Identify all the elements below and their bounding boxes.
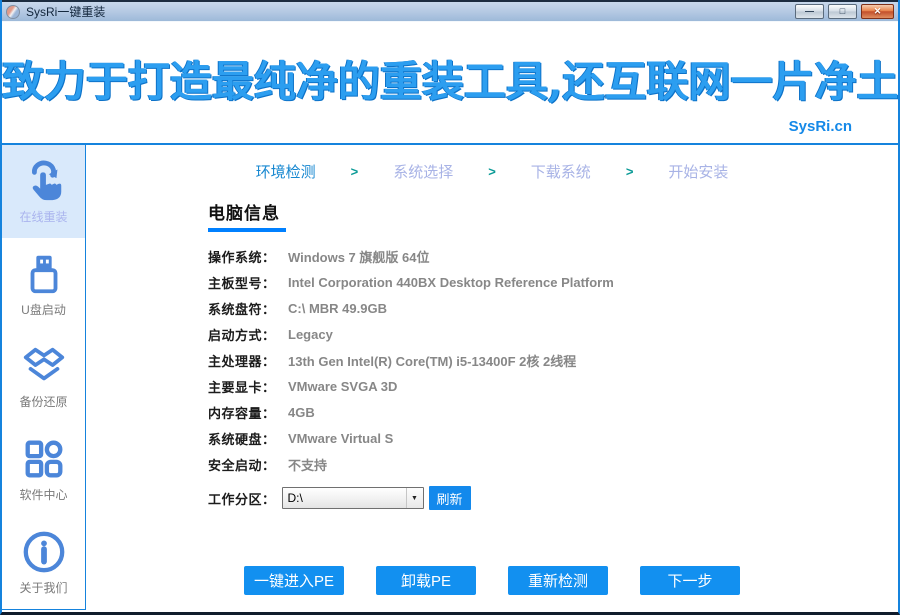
step-download-system: 下载系统: [530, 164, 591, 181]
usb-drive-icon: [30, 255, 57, 293]
backup-box-icon: [23, 348, 64, 381]
apps-grid-icon: [25, 440, 62, 478]
window-title: SysRi一键重装: [26, 5, 106, 19]
sidebar-item-online-reinstall[interactable]: 在线重装: [2, 145, 85, 238]
info-row-motherboard: 主板型号： Intel Corporation 440BX Desktop Re…: [208, 269, 898, 295]
work-partition-row: 工作分区： D:\ ▼ 刷新: [208, 486, 898, 510]
info-row-system-drive: 系统盘符： C:\ MBR 49.9GB: [208, 295, 898, 321]
banner-site-url: SysRi.cn: [788, 118, 852, 135]
title-underline: [208, 228, 286, 232]
step-separator-icon: >: [625, 164, 634, 179]
info-value: 不支持: [288, 457, 328, 473]
info-label: 操作系统：: [208, 249, 276, 265]
info-label: 启动方式：: [208, 327, 276, 343]
step-env-check: 环境检测: [255, 164, 316, 181]
info-value: Intel Corporation 440BX Desktop Referenc…: [288, 274, 614, 290]
info-label: 系统盘符：: [208, 301, 276, 317]
info-row-cpu: 主处理器： 13th Gen Intel(R) Core(TM) i5-1340…: [208, 347, 898, 373]
step-start-install: 开始安装: [668, 164, 729, 181]
sidebar-item-label: U盘启动: [21, 302, 66, 317]
info-row-boot-mode: 启动方式： Legacy: [208, 321, 898, 347]
refresh-button[interactable]: 刷新: [428, 486, 471, 510]
info-value: C:\ MBR 49.9GB: [288, 300, 387, 316]
info-row-disk: 系统硬盘： VMware Virtual S: [208, 425, 898, 451]
sidebar: 在线重装 U盘启动 备份还原 软件中心 关于我们: [2, 145, 86, 610]
maximize-button[interactable]: □: [828, 4, 857, 19]
info-value: VMware SVGA 3D: [288, 378, 398, 394]
app-icon: [6, 4, 20, 19]
page-title: 电脑信息: [208, 204, 280, 223]
hand-refresh-icon: [31, 160, 61, 201]
steps-nav: 环境检测 > 系统选择 > 下载系统 > 开始安装: [86, 161, 898, 182]
next-step-button[interactable]: 下一步: [640, 566, 740, 595]
info-value: Windows 7 旗舰版 64位: [288, 249, 430, 265]
partition-combobox-wrap: D:\ ▼: [281, 487, 424, 509]
info-circle-icon: [23, 531, 64, 573]
sidebar-item-about-us[interactable]: 关于我们: [2, 516, 85, 609]
main-panel: 环境检测 > 系统选择 > 下载系统 > 开始安装 电脑信息 操作系统： Win…: [86, 145, 898, 612]
window-controls: — □ ✕: [795, 4, 894, 19]
titlebar: SysRi一键重装 — □ ✕: [2, 0, 898, 22]
computer-info-list: 操作系统： Windows 7 旗舰版 64位 主板型号： Intel Corp…: [208, 243, 898, 477]
info-label: 主板型号：: [208, 275, 276, 291]
sidebar-item-label: 软件中心: [19, 488, 68, 503]
partition-select[interactable]: D:\: [281, 487, 424, 509]
section-title-wrap: 电脑信息: [208, 199, 898, 232]
sidebar-item-label: 关于我们: [19, 581, 68, 596]
sidebar-item-software-center[interactable]: 软件中心: [2, 423, 85, 516]
banner: 致力于打造最纯净的重装工具,还互联网一片净土 SysRi.cn: [2, 22, 898, 143]
info-row-gpu: 主要显卡： VMware SVGA 3D: [208, 373, 898, 399]
sidebar-item-usb-boot[interactable]: U盘启动: [2, 238, 85, 331]
step-separator-icon: >: [488, 164, 496, 179]
info-label: 安全启动：: [208, 457, 276, 473]
uninstall-pe-button[interactable]: 卸载PE: [376, 566, 476, 595]
info-label: 主要显卡：: [208, 379, 276, 395]
info-row-os: 操作系统： Windows 7 旗舰版 64位: [208, 243, 898, 269]
enter-pe-button[interactable]: 一键进入PE: [244, 566, 344, 595]
close-button[interactable]: ✕: [861, 4, 894, 19]
banner-headline: 致力于打造最纯净的重装工具,还互联网一片净土: [2, 57, 899, 106]
info-value: VMware Virtual S: [288, 430, 394, 446]
info-value: 13th Gen Intel(R) Core(TM) i5-13400F 2核 …: [288, 353, 577, 369]
recheck-button[interactable]: 重新检测: [508, 566, 608, 595]
step-separator-icon: >: [350, 164, 359, 179]
info-label: 系统硬盘：: [208, 431, 276, 447]
info-value: Legacy: [288, 326, 333, 342]
info-label: 内存容量：: [208, 405, 276, 421]
minimize-button[interactable]: —: [795, 4, 824, 19]
info-label: 主处理器：: [208, 353, 276, 369]
sidebar-item-label: 备份还原: [19, 395, 68, 410]
action-button-bar: 一键进入PE 卸载PE 重新检测 下一步: [86, 566, 898, 595]
info-row-memory: 内存容量： 4GB: [208, 399, 898, 425]
info-value: 4GB: [288, 404, 315, 420]
app-window: SysRi一键重装 — □ ✕ 致力于打造最纯净的重装工具,还互联网一片净土 S…: [0, 0, 900, 615]
sidebar-item-backup-restore[interactable]: 备份还原: [2, 331, 85, 424]
step-system-select: 系统选择: [393, 164, 454, 181]
sidebar-item-label: 在线重装: [19, 209, 68, 224]
info-row-secure-boot: 安全启动： 不支持: [208, 451, 898, 477]
partition-label: 工作分区：: [208, 491, 276, 507]
